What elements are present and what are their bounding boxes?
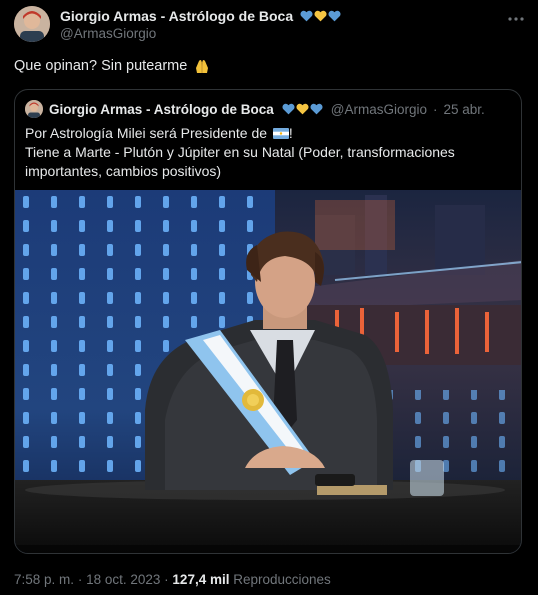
quoted-separator: ·: [433, 101, 438, 117]
tweet-header: Giorgio Armas - Astrólogo de Boca @Armas…: [60, 8, 494, 41]
quoted-heart-emojis: [282, 103, 323, 115]
quoted-author-handle: @ArmasGiorgio: [330, 101, 428, 117]
quoted-line2: Tiene a Marte - Plutón y Júpiter en su N…: [25, 144, 455, 179]
more-icon[interactable]: [508, 8, 524, 26]
blue-heart-icon: [310, 103, 323, 115]
footer-separator: ·: [77, 572, 83, 587]
quoted-avatar: [25, 100, 43, 118]
yellow-heart-icon: [296, 103, 309, 115]
heart-emojis: [300, 10, 341, 22]
author-handle[interactable]: @ArmasGiorgio: [60, 26, 494, 41]
tweet-footer: 7:58 p. m. · 18 oct. 2023 · 127,4 mil Re…: [14, 572, 331, 587]
tweet-date[interactable]: 18 oct. 2023: [86, 572, 160, 587]
quoted-line1: Por Astrología Milei será Presidente de: [25, 125, 268, 141]
argentina-flag-icon: [272, 128, 289, 139]
views-count: 127,4 mil: [172, 572, 230, 587]
tweet-text-content: Que opinan? Sin putearme: [14, 58, 188, 74]
quoted-text: Por Astrología Milei será Presidente de …: [25, 124, 505, 181]
blue-heart-icon: [328, 10, 341, 22]
tweet-time[interactable]: 7:58 p. m.: [14, 572, 74, 587]
quoted-date: 25 abr.: [443, 101, 485, 117]
author-name[interactable]: Giorgio Armas - Astrólogo de Boca: [60, 8, 293, 24]
blue-heart-icon: [300, 10, 313, 22]
blue-heart-icon: [282, 103, 295, 115]
quoted-line1-end: !: [288, 125, 293, 141]
quoted-author-name: Giorgio Armas - Astrólogo de Boca: [49, 101, 274, 117]
quoted-photo[interactable]: [15, 190, 521, 553]
views-label: Reproducciones: [233, 572, 331, 587]
tweet-text: Que opinan? Sin putearme: [14, 58, 211, 74]
tweet: Giorgio Armas - Astrólogo de Boca @Armas…: [0, 0, 538, 595]
yellow-heart-icon: [314, 10, 327, 22]
folded-hands-icon: [196, 60, 209, 73]
author-avatar[interactable]: [14, 6, 50, 42]
footer-separator: ·: [164, 572, 169, 587]
quoted-tweet[interactable]: Giorgio Armas - Astrólogo de Boca @Armas…: [14, 89, 522, 554]
quoted-header: Giorgio Armas - Astrólogo de Boca @Armas…: [25, 100, 485, 118]
